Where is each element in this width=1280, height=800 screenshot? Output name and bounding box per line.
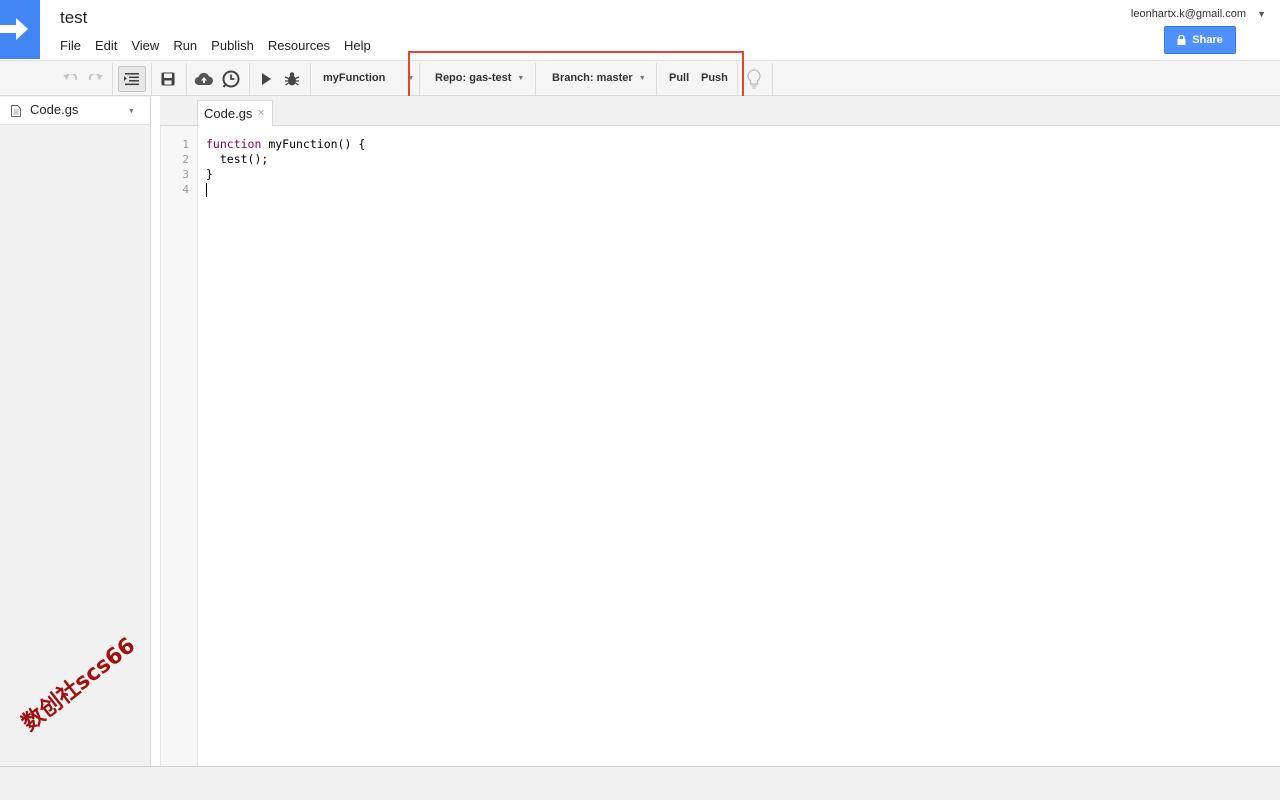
toolbar-divider [112,63,113,95]
menu-edit[interactable]: Edit [88,37,124,55]
toolbar-divider [186,63,187,95]
pull-button[interactable]: Pull [669,61,689,96]
line-number: 3 [182,168,189,181]
menu-file[interactable]: File [60,37,88,55]
sidebar-gap [151,96,160,766]
toolbar-divider [656,63,657,95]
toolbar-divider [535,63,536,95]
arrow-right-icon [0,18,28,40]
code-line[interactable]: test(); [206,152,268,167]
line-number: 2 [182,153,189,166]
status-bar [0,766,1280,800]
branch-select[interactable]: Branch: master ▼ [552,61,646,96]
sidebar-file-name[interactable]: Code.gs [30,102,78,117]
branch-select-label: Branch: master [552,72,633,84]
menu-view[interactable]: View [124,37,166,55]
menu-run[interactable]: Run [166,37,204,55]
menu-help[interactable]: Help [337,37,378,55]
line-number: 1 [182,138,189,151]
run-play-icon[interactable] [256,61,276,96]
menu-resources[interactable]: Resources [261,37,337,55]
function-select[interactable]: myFunction ▼ [323,61,415,96]
toolbar-divider [310,63,311,95]
indent-toggle-button[interactable] [118,66,146,92]
cloud-upload-icon[interactable] [193,61,215,96]
line-number-gutter [160,126,198,766]
menu-bar: File Edit View Run Publish Resources Hel… [60,37,378,55]
push-button[interactable]: Push [701,61,728,96]
lightbulb-icon[interactable] [744,61,764,96]
chevron-down-icon[interactable]: ▼ [128,108,135,115]
editor-tab-strip [160,96,1280,126]
toolbar: myFunction ▼ Repo: gas-test ▼ Branch: mast… [0,60,1280,96]
code-line[interactable]: } [206,167,213,182]
repo-select-label: Repo: gas-test [435,72,512,84]
menu-publish[interactable]: Publish [204,37,261,55]
redo-icon[interactable] [86,61,106,96]
save-icon[interactable] [158,61,178,96]
repo-select[interactable]: Repo: gas-test ▼ [435,61,524,96]
document-icon [11,104,21,122]
apps-script-logo[interactable] [0,0,40,59]
line-number: 4 [182,183,189,196]
function-select-value: myFunction [323,72,386,84]
indent-icon [124,73,139,86]
lock-icon [1177,35,1186,45]
toolbar-divider [772,63,773,95]
code-line[interactable]: function myFunction() { [206,137,365,152]
debug-bug-icon[interactable] [281,61,303,96]
undo-icon[interactable] [60,61,80,96]
chevron-down-icon: ▼ [517,75,525,82]
toolbar-divider [151,63,152,95]
triggers-clock-icon[interactable] [220,61,242,96]
share-label: Share [1192,34,1223,46]
toolbar-divider [249,63,250,95]
toolbar-divider [419,63,420,95]
text-cursor [206,183,207,197]
chevron-down-icon: ▼ [638,75,646,82]
toolbar-divider [737,63,738,95]
chevron-down-icon: ▼ [407,75,415,82]
keyword-token: function [206,137,262,151]
close-icon[interactable]: × [258,107,264,119]
account-dropdown-icon[interactable]: ▼ [1257,9,1266,19]
project-title[interactable]: test [60,8,87,28]
account-email[interactable]: leonhartx.k@gmail.com [1131,8,1246,20]
share-button[interactable]: Share [1164,26,1236,54]
editor-tab-label[interactable]: Code.gs [204,106,252,121]
